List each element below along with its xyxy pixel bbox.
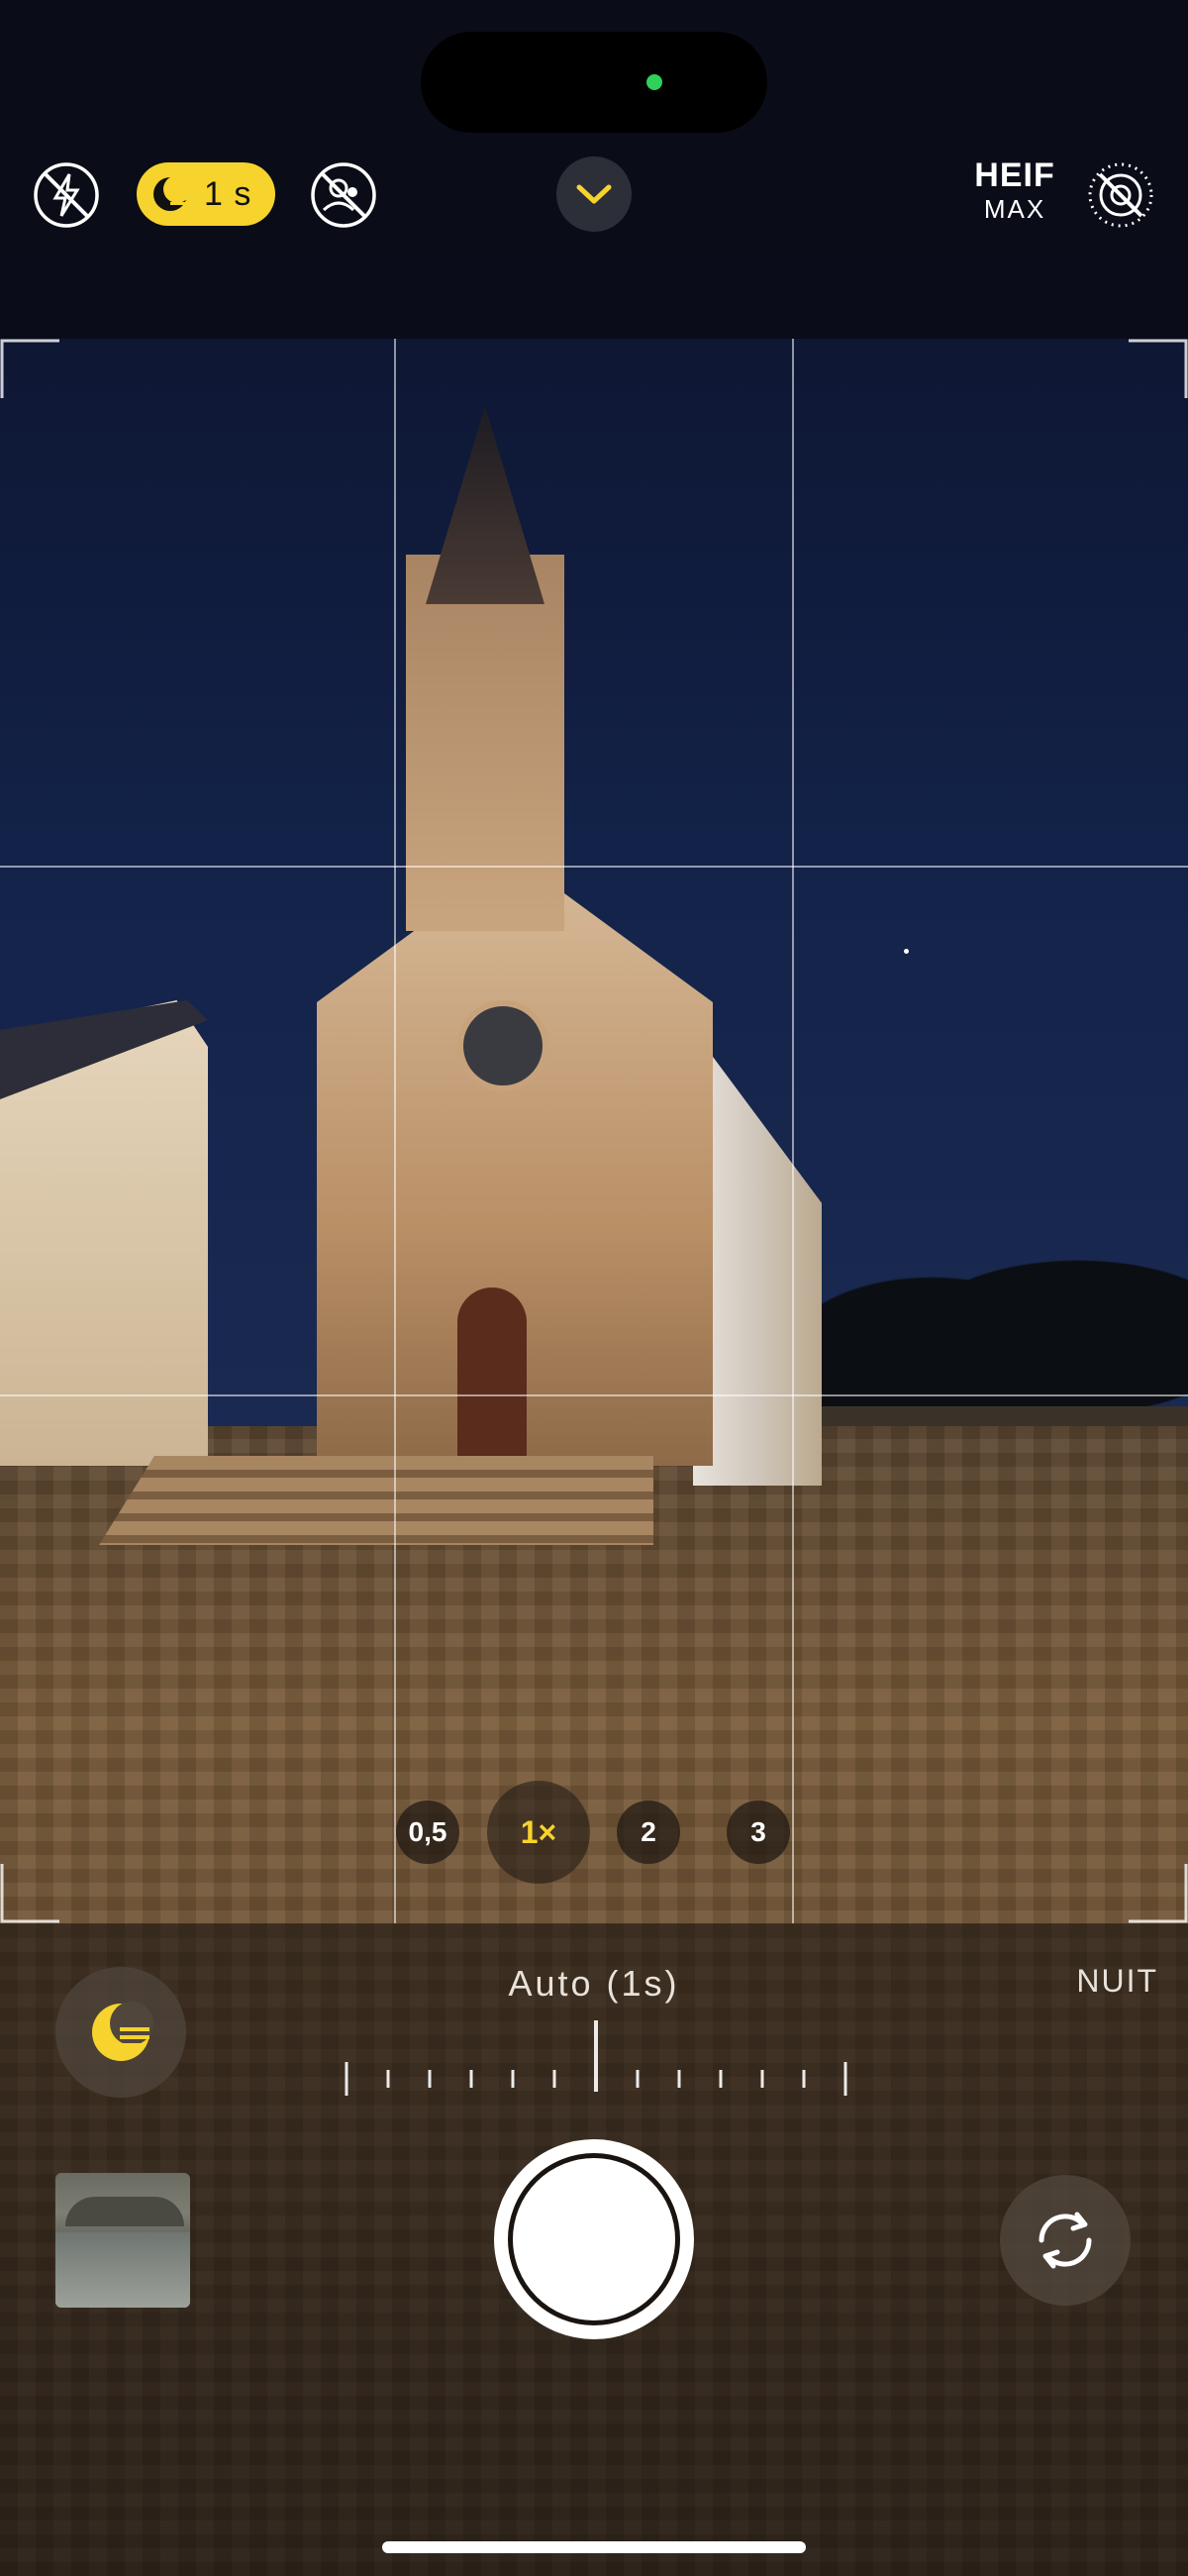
shutter-button[interactable]	[494, 2139, 694, 2339]
controls-expand-button[interactable]	[556, 156, 632, 232]
camera-indicator-dot	[646, 74, 662, 90]
church-door	[457, 1288, 527, 1456]
zoom-2x-button[interactable]: 2	[617, 1801, 680, 1864]
night-mode-toggle[interactable]: 1 s	[137, 162, 275, 226]
camera-flip-icon	[1039, 2212, 1092, 2269]
last-photo-thumbnail[interactable]	[55, 2173, 190, 2308]
night-mode-duration: 1 s	[204, 174, 252, 213]
night-mode-icon	[92, 2002, 153, 2061]
shutter-ring	[508, 2153, 680, 2325]
night-mode-icon	[153, 175, 190, 211]
format-toggle[interactable]: HEIF MAX	[965, 158, 1064, 222]
format-primary: HEIF	[974, 156, 1055, 194]
night-mode-label: NUIT	[1076, 1963, 1158, 1999]
home-indicator[interactable]	[382, 2541, 806, 2553]
grid-line-vertical	[792, 339, 794, 1923]
format-secondary: MAX	[983, 194, 1046, 224]
live-photo-off-icon[interactable]	[1086, 160, 1155, 230]
rose-window	[457, 1000, 548, 1091]
trees	[822, 1218, 1188, 1416]
chevron-down-icon	[576, 184, 612, 204]
frame-corner	[1129, 1864, 1188, 1923]
thumbnail-water	[55, 2232, 190, 2308]
flash-off-icon[interactable]	[32, 160, 101, 230]
zoom-1x-button[interactable]: 1×	[487, 1781, 590, 1884]
exposure-slider[interactable]	[341, 2020, 855, 2100]
frame-corner	[1129, 339, 1188, 398]
frame-corner	[0, 1864, 59, 1923]
zoom-3x-button[interactable]: 3	[727, 1801, 790, 1864]
star	[904, 949, 909, 954]
grid-line-horizontal	[0, 866, 1188, 868]
church-stairs	[99, 1456, 653, 1545]
zoom-0-5-button[interactable]: 0,5	[396, 1801, 459, 1864]
camera-flip-button[interactable]	[1000, 2175, 1131, 2306]
church-tower	[406, 555, 564, 931]
frame-corner	[0, 339, 59, 398]
grid-line-vertical	[394, 339, 396, 1923]
exposure-label: Auto (1s)	[508, 1963, 680, 2004]
thumbnail-bridge	[65, 2197, 184, 2226]
grid-line-horizontal	[0, 1394, 1188, 1396]
dynamic-island	[421, 32, 767, 133]
portrait-off-icon[interactable]	[309, 160, 378, 230]
